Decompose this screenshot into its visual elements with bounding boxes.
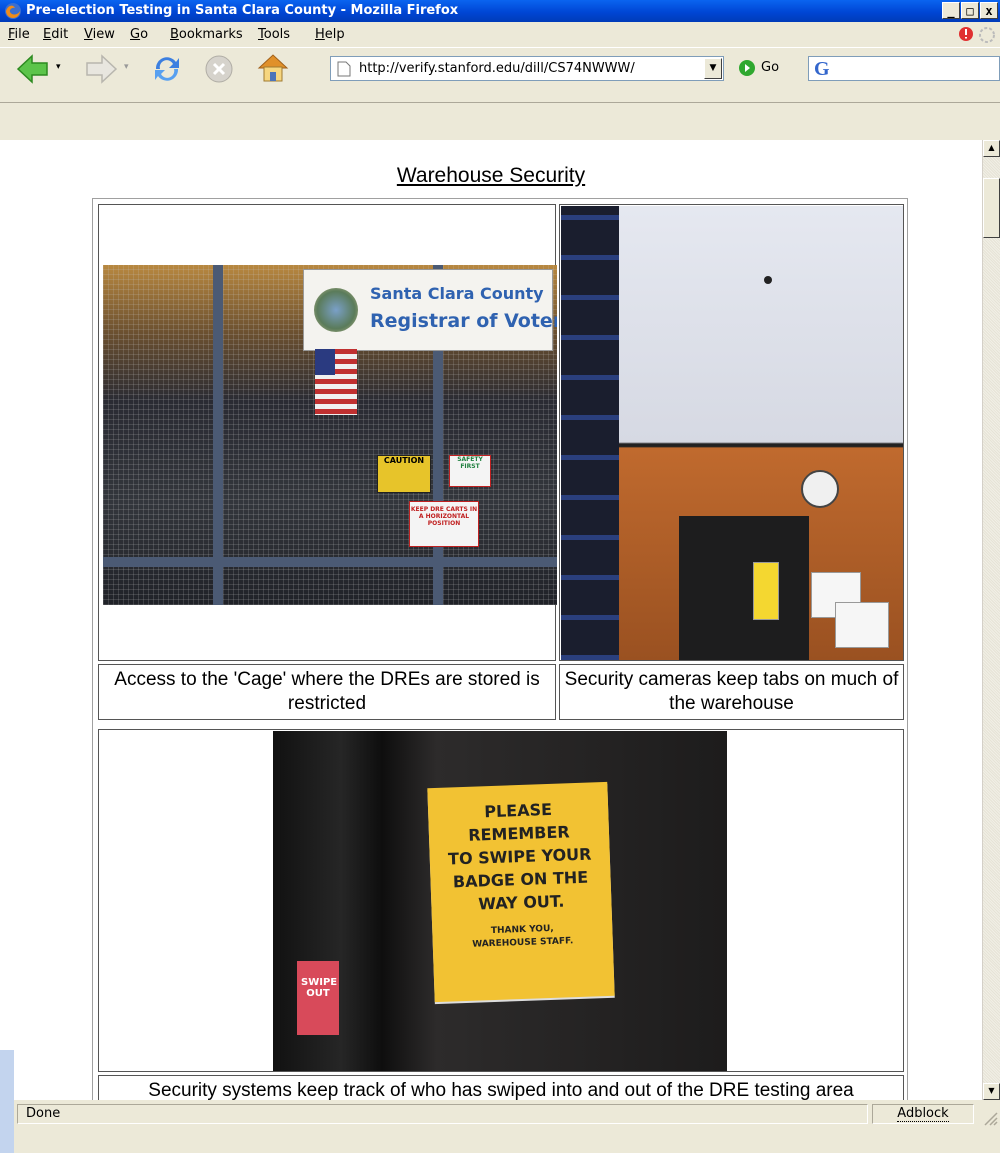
forward-arrow-icon[interactable]	[84, 54, 118, 84]
security-camera	[764, 276, 772, 284]
menu-edit[interactable]: Edit	[43, 27, 68, 42]
address-bar[interactable]: http://verify.stanford.edu/dill/CS74NWWW…	[330, 56, 724, 81]
photo-cell-cage: Santa Clara County Registrar of Voters C…	[98, 204, 557, 661]
poster-line1: PLEASE REMEMBER	[467, 799, 570, 845]
caution-sign: CAUTION	[377, 455, 431, 493]
title-bar: Pre-election Testing in Santa Clara Coun…	[0, 0, 1000, 22]
photo-table: Santa Clara County Registrar of Voters C…	[92, 198, 908, 1100]
wall-notice	[753, 562, 779, 620]
reload-icon[interactable]	[150, 52, 184, 86]
menu-bookmarks[interactable]: Bookmarks	[170, 27, 243, 42]
menu-edit-accel: E	[43, 27, 52, 42]
photo-cell-cameras	[559, 204, 904, 661]
menu-bookmarks-accel: B	[170, 27, 179, 42]
menu-view-accel: V	[84, 27, 93, 42]
swipe-photo: PLEASE REMEMBER TO SWIPE YOUR BADGE ON T…	[273, 731, 727, 1071]
window-title: Pre-election Testing in Santa Clara Coun…	[26, 3, 459, 18]
google-search-icon: G	[814, 58, 830, 80]
registrar-sign: Santa Clara County Registrar of Voters	[303, 269, 557, 351]
keep-dre-sign: KEEP DRE CARTS IN A HORIZONTAL POSITION	[409, 501, 479, 547]
us-flag	[315, 349, 357, 415]
go-label: Go	[761, 60, 780, 75]
sign-line1: Santa Clara County	[370, 284, 544, 303]
menu-view-label: iew	[92, 27, 115, 42]
status-bar: Done Adblock	[0, 1100, 1000, 1153]
cage-beam	[213, 265, 223, 605]
wall-clock	[801, 470, 839, 508]
back-dropdown-icon[interactable]: ▾	[56, 62, 61, 72]
menu-view[interactable]: View	[84, 27, 115, 42]
scroll-down-icon[interactable]: ▼	[983, 1083, 1000, 1100]
menu-file-label: ile	[14, 27, 30, 42]
cage-photo: Santa Clara County Registrar of Voters C…	[103, 265, 557, 605]
menu-go-accel: G	[130, 27, 141, 42]
caption-swipe: Security systems keep track of who has s…	[98, 1075, 904, 1100]
back-arrow-icon[interactable]	[16, 54, 50, 84]
wall-notice	[835, 602, 889, 648]
menu-help-label: elp	[324, 27, 345, 42]
caption-cage: Access to the 'Cage' where the DREs are …	[98, 664, 556, 720]
menu-bar: File Edit View Go Bookmarks Tools Help	[0, 22, 1000, 47]
door	[679, 516, 809, 660]
vertical-scrollbar[interactable]: ▲ ▼	[982, 140, 1000, 1100]
url-text[interactable]: http://verify.stanford.edu/dill/CS74NWWW…	[359, 61, 699, 76]
safety-first-sign: SAFETY FIRST	[449, 455, 491, 487]
adblock-button[interactable]: Adblock	[872, 1104, 974, 1124]
navigation-toolbar: ▾ ▾ http://verify.stanford.edu/dill/CS74…	[0, 47, 1000, 103]
photo-cell-swipe: PLEASE REMEMBER TO SWIPE YOUR BADGE ON T…	[98, 729, 904, 1072]
camera-photo	[561, 206, 903, 660]
close-button[interactable]: x	[980, 2, 998, 19]
shelf-post	[561, 206, 619, 660]
alert-icon[interactable]	[958, 26, 974, 42]
maximize-button[interactable]: □	[961, 2, 979, 19]
forward-dropdown-icon[interactable]: ▾	[124, 62, 129, 72]
menu-tools[interactable]: Tools	[258, 27, 290, 42]
stop-icon[interactable]	[204, 54, 234, 84]
menu-go[interactable]: Go	[130, 27, 148, 42]
page-icon	[337, 61, 351, 77]
search-input[interactable]: G	[808, 56, 1000, 81]
scroll-up-icon[interactable]: ▲	[983, 140, 1000, 157]
adblock-label: Adblock	[897, 1106, 949, 1122]
menu-help[interactable]: Help	[315, 27, 345, 42]
menu-file[interactable]: File	[8, 27, 30, 42]
menu-tools-label: ools	[263, 27, 291, 42]
minimize-button[interactable]: _	[942, 2, 960, 19]
swipe-out-sticker: SWIPE OUT	[297, 961, 339, 1035]
go-arrow-icon	[739, 60, 755, 76]
menu-help-accel: H	[315, 27, 325, 42]
status-text: Done	[17, 1104, 868, 1124]
page-content: Warehouse Security Santa Clara County Re…	[0, 140, 982, 1100]
menu-bookmarks-label: ookmarks	[178, 27, 243, 42]
page-heading: Warehouse Security	[396, 164, 586, 187]
throbber-icon	[979, 27, 995, 43]
caption-cameras: Security cameras keep tabs on much of th…	[559, 664, 904, 720]
swipe-badge-poster: PLEASE REMEMBER TO SWIPE YOUR BADGE ON T…	[427, 781, 615, 1003]
sign-line2: Registrar of Voters	[370, 310, 557, 332]
url-dropdown-icon[interactable]: ▼	[704, 58, 722, 79]
menu-edit-label: dit	[51, 27, 69, 42]
cage-beam	[103, 557, 557, 567]
resize-grip-icon[interactable]	[982, 1110, 998, 1126]
firefox-icon	[5, 3, 21, 19]
scroll-thumb[interactable]	[983, 178, 1000, 238]
home-icon[interactable]	[256, 52, 290, 84]
menu-go-label: o	[140, 27, 149, 42]
county-seal	[314, 288, 358, 332]
